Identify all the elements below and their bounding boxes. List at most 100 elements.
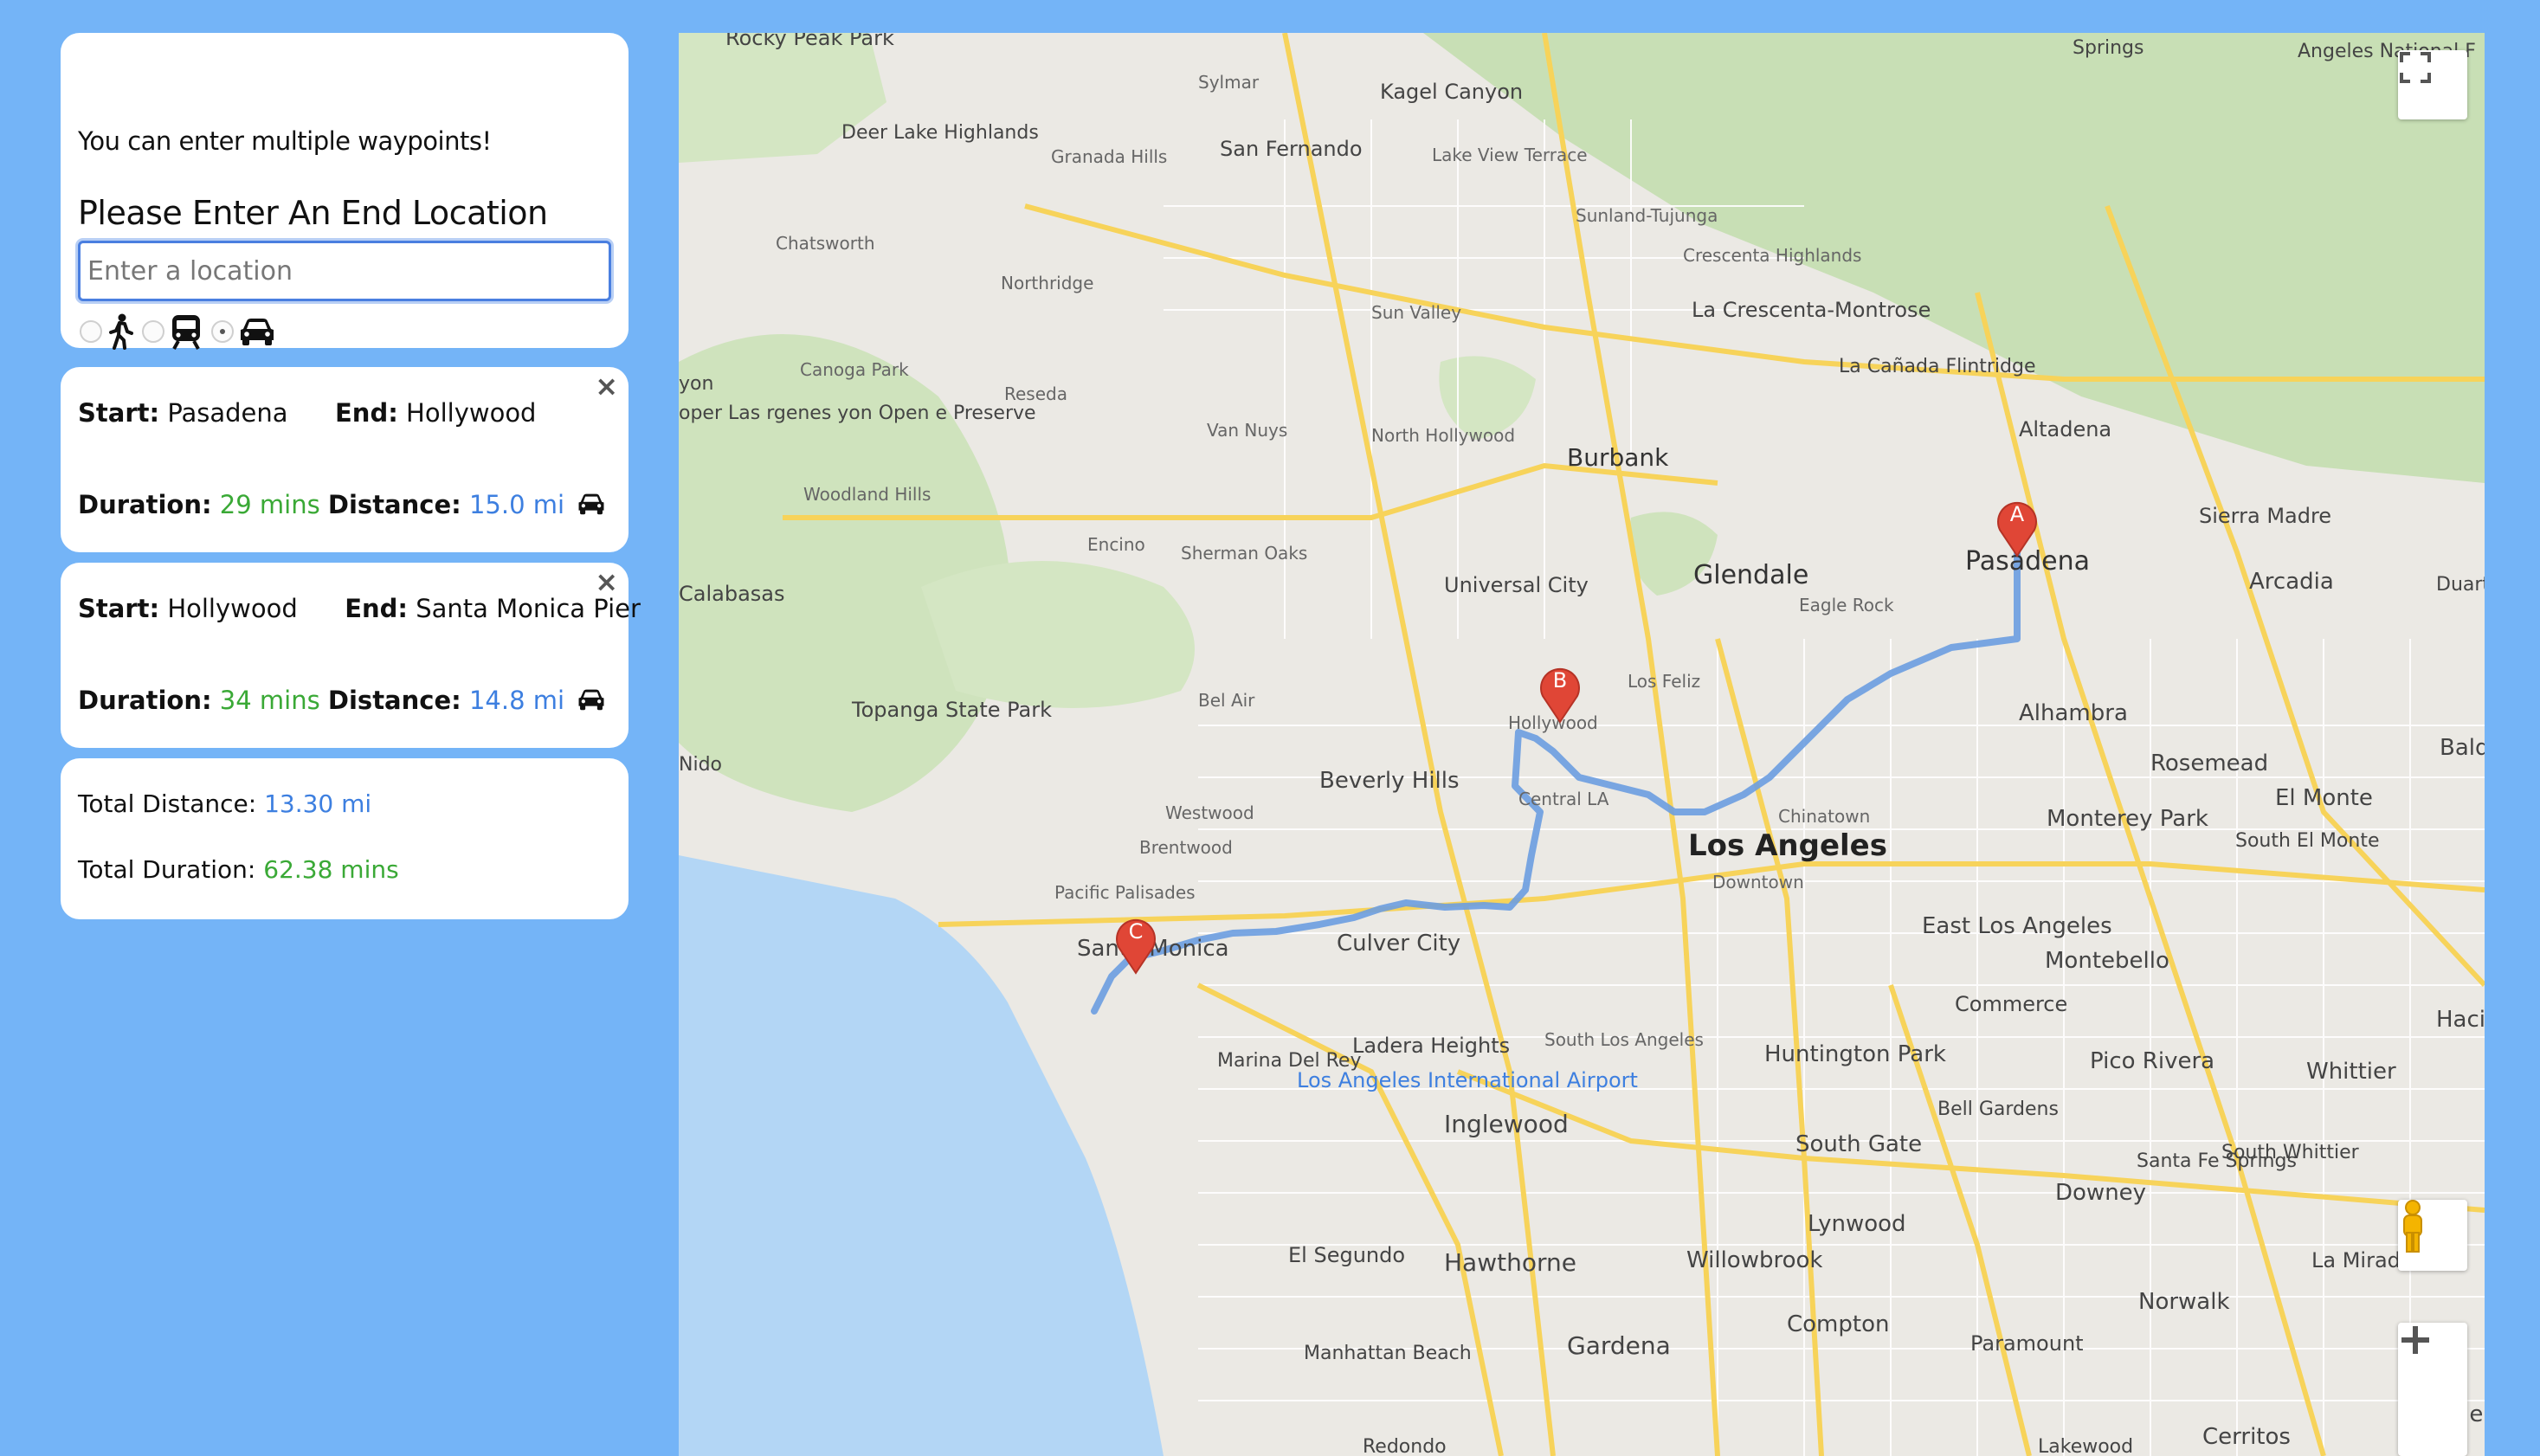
svg-text:Granada Hills: Granada Hills	[1051, 146, 1167, 167]
svg-text:Pico Rivera: Pico Rivera	[2090, 1048, 2214, 1074]
svg-text:A: A	[2010, 502, 2025, 526]
svg-text:Glendale: Glendale	[1693, 560, 1808, 590]
car-radio[interactable]	[211, 320, 234, 343]
waypoints-hint: You can enter multiple waypoints!	[78, 126, 492, 156]
svg-text:Springs: Springs	[2073, 37, 2144, 59]
svg-text:Sun Valley: Sun Valley	[1371, 302, 1461, 323]
svg-text:South Los Angeles: South Los Angeles	[1544, 1029, 1704, 1050]
svg-text:Rosemead: Rosemead	[2150, 751, 2268, 776]
svg-text:Sierra Madre: Sierra Madre	[2199, 504, 2331, 528]
svg-text:Culver City: Culver City	[1337, 931, 1460, 957]
svg-text:Van Nuys: Van Nuys	[1207, 420, 1287, 441]
street-view-button[interactable]	[2398, 1200, 2467, 1271]
fullscreen-button[interactable]	[2398, 50, 2467, 119]
close-icon[interactable]: ×	[595, 568, 618, 596]
svg-text:Westwood: Westwood	[1165, 802, 1254, 823]
end-label: End:	[345, 594, 408, 623]
svg-text:Canoga Park: Canoga Park	[800, 359, 909, 380]
svg-text:Sunland-Tujunga: Sunland-Tujunga	[1576, 205, 1718, 226]
svg-text:Bell Gardens: Bell Gardens	[1937, 1098, 2059, 1120]
svg-text:Lakewood: Lakewood	[2038, 1436, 2133, 1456]
svg-text:Alhambra: Alhambra	[2019, 700, 2128, 726]
svg-text:oper Las rgenes yon Open e Pre: oper Las rgenes yon Open e Preserve	[679, 403, 1036, 424]
svg-text:Duarte: Duarte	[2436, 574, 2485, 596]
svg-text:Inglewood: Inglewood	[1444, 1110, 1569, 1138]
svg-text:Los Feliz: Los Feliz	[1628, 671, 1700, 692]
svg-text:Montebello: Montebello	[2045, 948, 2169, 974]
svg-text:South El Monte: South El Monte	[2235, 830, 2379, 852]
total-duration-label: Total Duration:	[78, 855, 256, 884]
walk-icon	[107, 313, 133, 350]
end-value: Santa Monica Pier	[416, 594, 641, 623]
zoom-controls	[2398, 1323, 2467, 1456]
map-canvas[interactable]: Rocky Peak Park Sylmar Kagel Canyon Deer…	[679, 33, 2485, 1456]
leg-endpoints: Start: Hollywood End: Santa Monica Pier	[78, 594, 641, 623]
svg-text:Rocky Peak Park: Rocky Peak Park	[725, 33, 894, 50]
end-value: Hollywood	[406, 398, 537, 428]
total-duration-value: 62.38 mins	[263, 855, 399, 884]
svg-text:Hacien Heigh: Hacien Heigh	[2436, 1007, 2485, 1033]
distance-value: 15.0 mi	[468, 490, 565, 519]
svg-text:Pasadena: Pasadena	[1965, 546, 2090, 577]
svg-text:Willowbrook: Willowbrook	[1686, 1247, 1822, 1273]
svg-text:Norwalk: Norwalk	[2138, 1289, 2230, 1315]
svg-text:El Monte: El Monte	[2275, 785, 2373, 811]
svg-text:Nido: Nido	[679, 754, 722, 776]
svg-text:La Cañada Flintridge: La Cañada Flintridge	[1839, 356, 2036, 377]
duration-value: 34 mins	[219, 686, 320, 715]
leg-stats: Duration: 34 mins Distance: 14.8 mi	[78, 686, 605, 717]
svg-text:Huntington Park: Huntington Park	[1764, 1041, 1946, 1067]
svg-text:Compton: Compton	[1787, 1311, 1889, 1337]
svg-text:Universal City: Universal City	[1444, 573, 1589, 597]
svg-text:Topanga State Park: Topanga State Park	[851, 698, 1052, 722]
start-label: Start:	[78, 594, 160, 623]
svg-text:Sylmar: Sylmar	[1198, 72, 1260, 93]
total-distance: Total Distance: 13.30 mi	[78, 789, 371, 818]
total-distance-label: Total Distance:	[78, 789, 257, 818]
svg-text:East Los Angeles: East Los Angeles	[1922, 913, 2112, 939]
svg-text:Manhattan Beach: Manhattan Beach	[1304, 1343, 1472, 1364]
distance-value: 14.8 mi	[468, 686, 565, 715]
car-icon	[577, 687, 605, 717]
svg-text:Central LA: Central LA	[1518, 789, 1609, 809]
car-icon	[577, 492, 605, 521]
svg-text:Bel Air: Bel Air	[1198, 690, 1255, 711]
svg-text:La Mirad: La Mirad	[2311, 1248, 2401, 1272]
duration-label: Duration:	[78, 686, 212, 715]
svg-text:Northridge: Northridge	[1001, 273, 1093, 293]
svg-text:North Hollywood: North Hollywood	[1371, 425, 1515, 446]
distance-label: Distance:	[327, 686, 461, 715]
svg-text:Ladera Heights: Ladera Heights	[1352, 1034, 1510, 1058]
map[interactable]: Rocky Peak Park Sylmar Kagel Canyon Deer…	[679, 33, 2485, 1456]
svg-text:Cerritos: Cerritos	[2202, 1424, 2291, 1450]
svg-text:Los Angeles International Airp: Los Angeles International Airport	[1297, 1068, 1638, 1092]
car-icon	[239, 317, 275, 346]
svg-text:Brentwood: Brentwood	[1139, 837, 1233, 858]
start-label: Start:	[78, 398, 160, 428]
total-distance-value: 13.30 mi	[264, 789, 372, 818]
svg-text:Lake View Terrace: Lake View Terrace	[1432, 145, 1588, 165]
transit-radio[interactable]	[142, 320, 164, 343]
svg-text:Crescenta Highlands: Crescenta Highlands	[1683, 245, 1861, 266]
svg-text:South Gate: South Gate	[1795, 1131, 1922, 1157]
start-value: Pasadena	[167, 398, 288, 428]
svg-text:Baldw: Baldw	[2440, 735, 2485, 761]
svg-text:Beverly Hills: Beverly Hills	[1319, 768, 1460, 794]
distance-label: Distance:	[327, 490, 461, 519]
minus-icon	[2401, 1337, 2429, 1343]
svg-text:Sherman Oaks: Sherman Oaks	[1181, 543, 1307, 564]
walk-radio[interactable]	[80, 320, 102, 343]
svg-text:Downtown: Downtown	[1712, 872, 1804, 892]
svg-text:Burbank: Burbank	[1567, 443, 1669, 472]
close-icon[interactable]: ×	[595, 372, 618, 400]
route-leg-card: × Start: Pasadena End: Hollywood Duratio…	[61, 367, 629, 552]
svg-text:Chinatown: Chinatown	[1778, 806, 1870, 827]
svg-text:Downey: Downey	[2055, 1180, 2146, 1206]
svg-text:Hawthorne: Hawthorne	[1444, 1248, 1576, 1277]
svg-text:Los Angeles: Los Angeles	[1688, 828, 1887, 863]
svg-text:Reseda: Reseda	[1004, 383, 1067, 404]
svg-text:Deer Lake Highlands: Deer Lake Highlands	[841, 122, 1039, 144]
location-input[interactable]	[78, 241, 611, 301]
end-label: End:	[335, 398, 398, 428]
svg-text:Calabasas: Calabasas	[679, 582, 785, 606]
